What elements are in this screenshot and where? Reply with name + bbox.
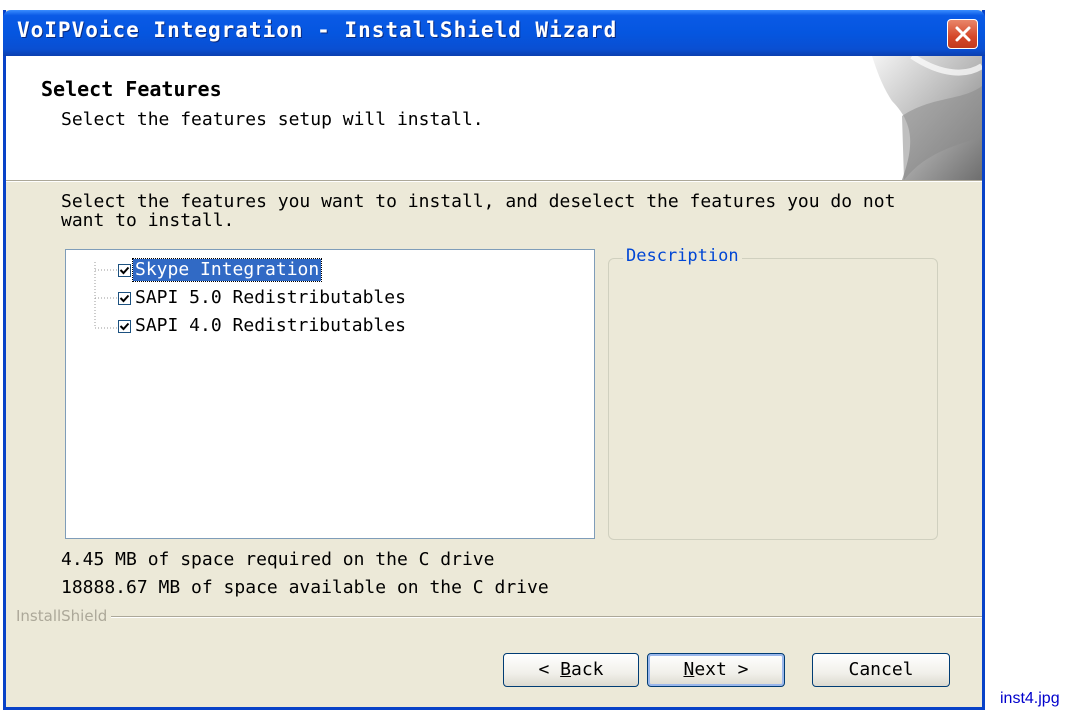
feature-item-sapi-5[interactable]: SAPI 5.0 Redistributables [118,285,408,311]
description-group: Description [608,246,938,540]
page-subtitle: Select the features setup will install. [61,109,484,130]
feature-checkbox[interactable] [118,319,131,333]
window-title: VoIPVoice Integration - InstallShield Wi… [17,18,618,42]
header-divider [6,180,982,182]
close-button[interactable] [947,19,978,49]
checkmark-icon [119,294,130,302]
feature-label[interactable]: SAPI 5.0 Redistributables [133,287,408,309]
page-title: Select Features [41,77,222,101]
description-legend: Description [623,246,742,266]
installshield-window: VoIPVoice Integration - InstallShield Wi… [3,10,985,710]
close-icon [955,26,971,42]
back-button-accel: B [560,659,571,680]
feature-checkbox[interactable] [118,291,131,305]
feature-label[interactable]: SAPI 4.0 Redistributables [133,315,408,337]
title-bar[interactable]: VoIPVoice Integration - InstallShield Wi… [3,10,985,56]
feature-checkbox[interactable] [118,263,131,277]
back-button[interactable]: < Back [503,653,639,687]
tree-lines [94,262,118,329]
feature-tree[interactable]: Skype Integration SAPI 5.0 Redistributab… [65,249,595,539]
next-button-accel: N [683,659,695,680]
space-required-text: 4.45 MB of space required on the C drive [61,549,495,570]
space-available-text: 18888.67 MB of space available on the C … [61,577,549,598]
instructions-text: Select the features you want to install,… [61,191,896,231]
next-button[interactable]: Next > [647,653,785,687]
checkmark-icon [119,266,130,274]
feature-item-skype-integration[interactable]: Skype Integration [118,257,323,283]
installshield-graphic-icon [872,56,982,180]
back-button-prefix: < [538,659,561,680]
back-button-rest: ack [571,659,604,680]
header-panel: Select Features Select the features setu… [6,56,982,180]
checkmark-icon [119,322,130,330]
feature-item-sapi-4[interactable]: SAPI 4.0 Redistributables [118,313,408,339]
installshield-brand-label: InstallShield [16,607,112,625]
cancel-button[interactable]: Cancel [812,653,950,687]
feature-label[interactable]: Skype Integration [131,258,323,282]
next-button-rest: ext > [694,659,749,680]
image-filename-link[interactable]: inst4.jpg [1000,690,1060,708]
installshield-divider [16,616,982,618]
